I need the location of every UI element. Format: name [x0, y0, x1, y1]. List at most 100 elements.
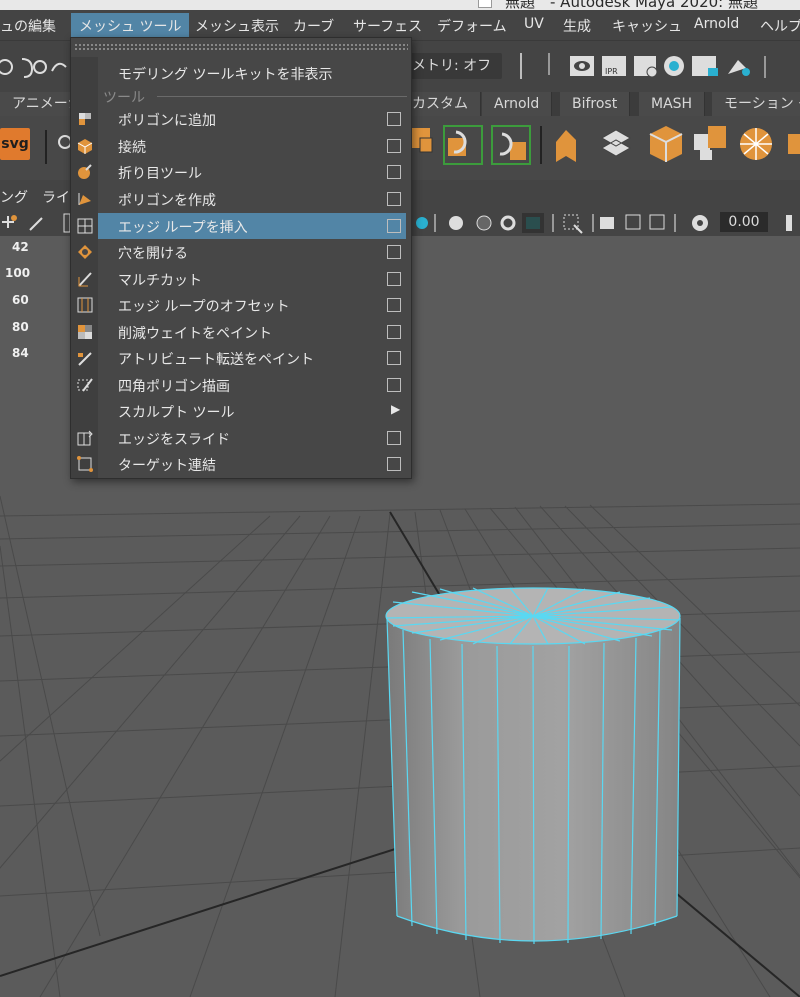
menu-item-paint-transfer-attributes[interactable]: アトリビュート転送をペイント: [78, 345, 406, 371]
crease-tool-icon: [78, 164, 92, 179]
tab-mash[interactable]: MASH: [639, 92, 706, 116]
gamma-icon[interactable]: [776, 213, 796, 233]
quad-draw-icon: [77, 378, 93, 392]
menu-item-paint-reduce-weights[interactable]: 削減ウェイトをペイント: [78, 319, 406, 345]
option-box[interactable]: [387, 245, 401, 259]
menu-item-insert-edge-loop[interactable]: エッジ ループを挿入: [77, 213, 406, 239]
option-box[interactable]: [387, 351, 401, 365]
menu-item-label: ポリゴンに追加: [118, 113, 216, 129]
menu-item-label: 四角ポリゴン描画: [118, 379, 230, 395]
menu-item-label: スカルプト ツール: [118, 405, 235, 421]
menu-divider: [157, 96, 407, 97]
paint-transfer-attributes-icon: [78, 352, 92, 366]
option-box[interactable]: [387, 112, 401, 126]
option-box[interactable]: [387, 378, 401, 392]
menu-item-sculpting-tools[interactable]: スカルプト ツール ▶: [98, 398, 406, 424]
make-hole-icon: [78, 245, 92, 259]
option-box[interactable]: [387, 192, 401, 206]
menu-item-hide-toolkit[interactable]: モデリング ツールキットを非表示: [98, 60, 406, 86]
status-separator: [548, 53, 550, 75]
target-weld-icon: [77, 456, 93, 472]
symmetry-field[interactable]: メトリ: オフ: [402, 53, 502, 79]
ipr-render-icon: IPR: [602, 56, 626, 76]
menu-item-quad-draw[interactable]: 四角ポリゴン描画: [77, 372, 406, 398]
menu-item-crease-tool[interactable]: 折り目ツール: [78, 159, 406, 185]
menu-item-append-polygon[interactable]: ポリゴンに追加: [79, 106, 406, 132]
window-title: 無題 - Autodesk Maya 2020: 無題: [505, 0, 758, 10]
hud-value: 60: [12, 293, 29, 307]
option-box[interactable]: [387, 272, 401, 286]
menu-section-label: ツール: [103, 90, 145, 106]
combine-icon: [491, 125, 531, 165]
menu-generate[interactable]: 生成: [563, 16, 591, 36]
panel-menu-shading[interactable]: ング: [0, 187, 28, 207]
menu-item-create-polygon[interactable]: ポリゴンを作成: [78, 186, 406, 212]
status-tools-icons[interactable]: [0, 53, 70, 81]
option-box[interactable]: [387, 139, 401, 153]
menu-surfaces[interactable]: サーフェス: [353, 16, 422, 36]
hud-value: 80: [12, 320, 29, 334]
menu-item-label: マルチカット: [118, 273, 202, 289]
tab-custom[interactable]: カスタム: [400, 92, 481, 116]
menu-mesh-tools[interactable]: メッシュ ツール: [71, 13, 190, 40]
menu-help[interactable]: ヘルプ: [760, 16, 800, 36]
menu-mesh-display[interactable]: メッシュ表示: [195, 16, 279, 36]
menu-uv[interactable]: UV: [524, 16, 544, 32]
menu-item-label: エッジをスライド: [118, 432, 230, 448]
menu-curves[interactable]: カーブ: [293, 16, 334, 36]
search-icon[interactable]: [55, 130, 71, 160]
menu-item-slide-edge[interactable]: エッジをスライド: [77, 425, 406, 451]
render-sequence-icon: [692, 56, 718, 76]
menu-cache[interactable]: キャッシュ: [612, 16, 682, 36]
tab-bifrost[interactable]: Bifrost: [560, 92, 631, 116]
exposure-value-field[interactable]: 0.00: [720, 212, 768, 232]
option-box[interactable]: [387, 219, 401, 233]
main-menubar: ュの編集 メッシュ ツール メッシュ表示 カーブ サーフェス デフォーム UV …: [0, 10, 800, 40]
polygon-cylinder[interactable]: [385, 587, 681, 945]
option-box[interactable]: [387, 165, 401, 179]
menu-item-label: 穴を開ける: [118, 246, 188, 262]
uv-editor-icon: [740, 128, 772, 160]
hud-value: 84: [12, 346, 29, 360]
svg-button[interactable]: svg: [0, 128, 30, 160]
menu-item-make-hole[interactable]: 穴を開ける: [78, 239, 406, 265]
shelf-separator: [45, 130, 47, 164]
option-box[interactable]: [387, 457, 401, 471]
window-title-bar: 無題 - Autodesk Maya 2020: 無題: [0, 0, 800, 10]
hypershade-icon: [664, 56, 684, 76]
tear-off-handle[interactable]: [74, 43, 408, 50]
render-settings-icon: [634, 56, 658, 78]
connect-icon: [77, 139, 93, 154]
option-box[interactable]: [387, 431, 401, 445]
menu-item-target-weld[interactable]: ターゲット連結: [77, 451, 406, 477]
planar-map-icon: [600, 129, 632, 157]
shelf-tool-icons[interactable]: [410, 122, 800, 170]
paint-reduce-weights-icon: [78, 325, 92, 339]
menu-item-connect[interactable]: 接続: [77, 133, 406, 159]
option-box[interactable]: [387, 298, 401, 312]
submenu-arrow-icon: ▶: [391, 402, 401, 416]
panel-menu-lighting[interactable]: ライ: [42, 187, 70, 207]
cut-uv-icon: [694, 126, 726, 160]
menu-deform[interactable]: デフォーム: [437, 16, 507, 36]
render-setup-icon: [728, 60, 750, 76]
menu-item-offset-edge-loop[interactable]: エッジ ループのオフセット: [77, 292, 406, 318]
cube-extrude-icon: [556, 130, 576, 162]
option-box[interactable]: [387, 325, 401, 339]
hud-value: 42: [12, 240, 29, 254]
menu-item-label: ターゲット連結: [118, 458, 216, 474]
tab-motion-graphics[interactable]: モーション グ: [712, 92, 800, 116]
menu-edit-mesh[interactable]: ュの編集: [0, 16, 56, 36]
menu-item-label: 削減ウェイトをペイント: [118, 326, 272, 342]
cylindrical-map-icon: [649, 126, 683, 162]
menu-arnold[interactable]: Arnold: [694, 16, 739, 32]
panel-left-icons[interactable]: [0, 212, 70, 234]
append-polygon-icon: [79, 113, 91, 125]
menu-item-multi-cut[interactable]: マルチカット: [78, 266, 406, 292]
tab-arnold[interactable]: Arnold: [482, 92, 553, 116]
hud-value: 100: [5, 266, 31, 280]
create-polygon-icon: [78, 193, 91, 205]
menu-item-label: 接続: [118, 140, 146, 156]
panel-right-icons[interactable]: [410, 211, 715, 235]
bridge-icon: [443, 125, 483, 165]
